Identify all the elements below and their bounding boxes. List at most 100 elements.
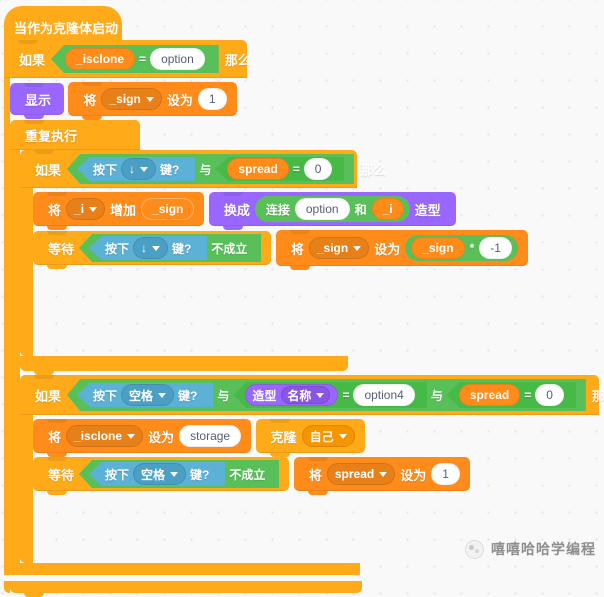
- value-input-zero[interactable]: 0: [303, 158, 333, 180]
- key-dropdown-down[interactable]: ↓: [121, 158, 157, 180]
- variable-isclone[interactable]: _isclone: [65, 48, 136, 70]
- join-operator[interactable]: 连接 option 和 _i: [254, 196, 410, 222]
- costume-property-dropdown[interactable]: 名称: [281, 386, 331, 404]
- clone-target-dropdown[interactable]: 自己: [301, 425, 355, 447]
- variable-dropdown-sign-2[interactable]: _sign: [308, 237, 370, 259]
- not-operator-2[interactable]: 按下 空格 键? 不成立: [79, 460, 280, 488]
- set-variable-sign-to-1[interactable]: 将 _sign 设为 1: [68, 82, 237, 120]
- set-isclone-to-storage[interactable]: 将 _isclone 设为 storage: [33, 419, 252, 457]
- key-dropdown-space-2[interactable]: 空格: [133, 463, 187, 485]
- if1-contents: 显示 将 _sign 设为 1 重复执行 如果 按下 ↓ 键? 与 spread…: [10, 78, 604, 597]
- multiply-right-input[interactable]: -1: [479, 237, 512, 259]
- wait-until-space-not-pressed[interactable]: 等待 按下 空格 键? 不成立: [33, 457, 290, 495]
- forever-body: 如果 按下 ↓ 键? 与 spread = 0 那么 将 _i 增加 _sign…: [10, 150, 604, 582]
- key-pressed-space[interactable]: 按下 空格 键?: [77, 383, 214, 407]
- watermark: 嘻嘻哈哈学编程: [465, 539, 596, 559]
- create-clone-block[interactable]: 克隆 自己: [255, 419, 365, 457]
- switch-costume-block[interactable]: 换成 连接 option 和 _i 造型: [208, 192, 456, 230]
- chevron-down-icon: [152, 245, 161, 251]
- if2-footer: [20, 356, 348, 375]
- chevron-down-icon: [170, 471, 179, 477]
- set-sign-to-product[interactable]: 将 _sign 设为 _sign * -1: [275, 230, 528, 270]
- forever-label: 重复执行: [25, 128, 78, 144]
- variable-sign-reporter[interactable]: _sign: [141, 198, 195, 220]
- wait-until-down-key-not-pressed[interactable]: 等待 按下 ↓ 键? 不成立: [33, 231, 272, 269]
- and-keyword-if3-2: 与: [430, 388, 443, 403]
- multiply-sign: *: [469, 241, 475, 255]
- variable-dropdown-sign[interactable]: _sign: [101, 88, 162, 110]
- change-variable-i-by-sign[interactable]: 将 _i 增加 _sign: [33, 192, 205, 230]
- set-keyword-4: 将: [308, 467, 322, 483]
- set-keyword-2: 将: [290, 241, 304, 257]
- if1-body: 显示 将 _sign 设为 1 重复执行 如果 按下 ↓ 键? 与 spread…: [4, 78, 604, 597]
- costume-property-reporter[interactable]: 造型 名称: [245, 384, 339, 406]
- chevron-down-icon: [338, 433, 347, 439]
- if3-header[interactable]: 如果 按下 空格 键? 与 造型 名称 = option4 与 spread =…: [20, 375, 604, 415]
- if2-body: 将 _i 增加 _sign 换成 连接 option 和 _i 造型 等待 按下…: [20, 188, 580, 356]
- set-to-keyword-3: 设为: [148, 429, 175, 445]
- if-block-isclone-equals-option[interactable]: 如果 _isclone = option 那么 显示 将 _sign 设为 1 …: [4, 40, 604, 597]
- set-to-keyword: 设为: [166, 92, 193, 108]
- variable-spread-2[interactable]: spread: [458, 384, 521, 406]
- multiply-left-variable-sign[interactable]: _sign: [411, 237, 465, 259]
- variable-dropdown-spread[interactable]: spread: [326, 463, 396, 485]
- equals-operator-spread-zero-2[interactable]: spread = 0: [446, 382, 576, 408]
- equals-operator-isclone-option[interactable]: _isclone = option: [51, 45, 219, 73]
- text-input-option[interactable]: option: [150, 48, 205, 70]
- join-input-b-variable-i[interactable]: _i: [371, 198, 404, 220]
- not-operator-1[interactable]: 按下 ↓ 键? 不成立: [79, 234, 262, 262]
- set-keyword: 将: [83, 92, 97, 108]
- multiply-operator[interactable]: _sign * -1: [405, 235, 518, 261]
- key-dropdown-down-2[interactable]: ↓: [133, 237, 169, 259]
- forever-left-wall: [10, 150, 20, 578]
- and-operator-if2[interactable]: 按下 ↓ 键? 与 spread = 0: [67, 154, 355, 184]
- key-dropdown-space[interactable]: 空格: [121, 384, 175, 406]
- if1-header[interactable]: 如果 _isclone = option 那么: [4, 40, 251, 78]
- if2-left-wall: [20, 188, 33, 356]
- set-spread-to-1[interactable]: 将 spread 设为 1: [293, 457, 470, 495]
- join-and-keyword: 和: [354, 202, 367, 217]
- if3-notch: [34, 375, 54, 379]
- variable-spread[interactable]: spread: [227, 158, 289, 180]
- wait-keyword-2: 等待: [48, 467, 75, 483]
- variable-dropdown-i[interactable]: _i: [66, 198, 106, 220]
- value-input-1[interactable]: 1: [197, 88, 227, 110]
- if2-keyword-then: 那么: [360, 162, 387, 178]
- text-input-option4[interactable]: option4: [353, 384, 415, 406]
- join-input-a[interactable]: option: [294, 198, 350, 220]
- set-to-keyword-2: 设为: [374, 241, 401, 257]
- equals-operator-costume-name[interactable]: 造型 名称 = option4: [233, 382, 427, 408]
- key-dropdown-space-label: 空格: [129, 388, 154, 403]
- if-block-down-key-and-spread-zero[interactable]: 如果 按下 ↓ 键? 与 spread = 0 那么 将 _i 增加 _sign…: [20, 150, 580, 375]
- key-pressed-suffix-3: 键?: [178, 388, 198, 403]
- value-input-zero-2[interactable]: 0: [535, 384, 564, 406]
- key-pressed-space-2[interactable]: 按下 空格 键?: [89, 462, 226, 486]
- block-workspace[interactable]: 当作为克隆体启动时 如果 _isclone = option 那么 显: [0, 0, 604, 597]
- chevron-down-icon: [145, 96, 154, 102]
- equals-sign-if3-1: =: [342, 388, 350, 402]
- and-operator-if3-outer[interactable]: 按下 空格 键? 与 造型 名称 = option4 与 spread = 0: [67, 379, 586, 411]
- key-pressed-suffix-4: 键?: [190, 467, 210, 482]
- clone-target-dropdown-label: 自己: [309, 429, 334, 444]
- key-pressed-down-2[interactable]: 按下 ↓ 键?: [89, 236, 208, 260]
- bottom-spacer: [0, 575, 604, 581]
- key-pressed-suffix: 键?: [160, 162, 180, 177]
- if2-header[interactable]: 如果 按下 ↓ 键? 与 spread = 0 那么: [20, 150, 386, 188]
- equals-operator-spread-zero[interactable]: spread = 0: [215, 157, 345, 181]
- text-input-storage[interactable]: storage: [179, 425, 242, 447]
- value-input-1-spread[interactable]: 1: [431, 463, 460, 485]
- show-block-label: 显示: [25, 92, 52, 108]
- set-keyword-3: 将: [48, 429, 62, 445]
- forever-header[interactable]: 重复执行: [10, 120, 140, 150]
- set-to-keyword-4: 设为: [400, 467, 427, 483]
- chevron-down-icon: [127, 433, 136, 439]
- show-block[interactable]: 显示: [10, 83, 64, 119]
- forever-notch: [24, 120, 44, 124]
- key-pressed-down[interactable]: 按下 ↓ 键?: [77, 157, 196, 181]
- key-dropdown-down-2-label: ↓: [141, 241, 148, 255]
- if1-condition-slot[interactable]: _isclone = option: [51, 45, 219, 73]
- forever-loop[interactable]: 重复执行 如果 按下 ↓ 键? 与 spread = 0 那么 将 _i 增加 …: [10, 120, 604, 597]
- if2-contents: 将 _i 增加 _sign 换成 连接 option 和 _i 造型 等待 按下…: [33, 188, 580, 356]
- change-by-keyword: 增加: [110, 202, 137, 218]
- variable-dropdown-isclone[interactable]: _isclone: [66, 425, 144, 447]
